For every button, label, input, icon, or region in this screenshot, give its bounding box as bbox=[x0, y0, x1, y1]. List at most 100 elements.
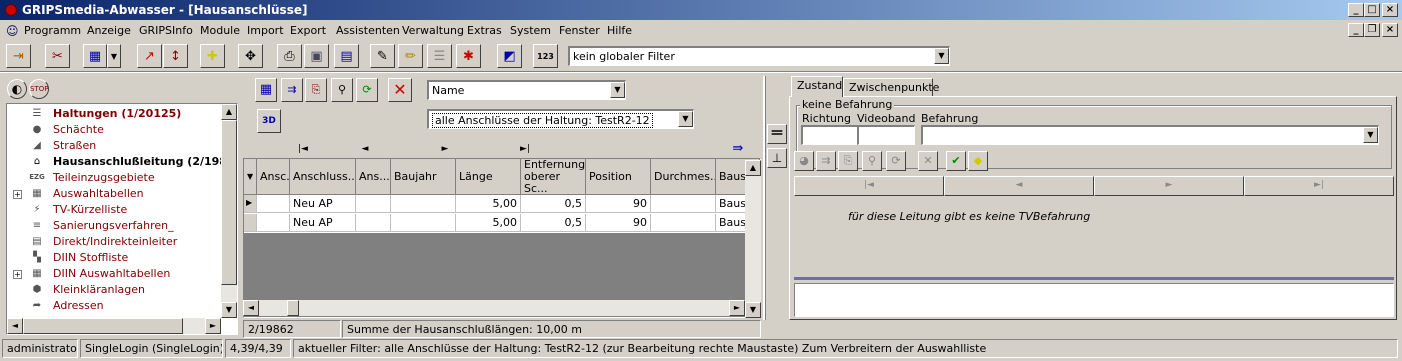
list-icon[interactable]: ☰ bbox=[427, 44, 452, 68]
tree-hscroll-thumb[interactable] bbox=[23, 318, 183, 334]
menu-anzeige[interactable]: Anzeige bbox=[87, 24, 131, 37]
richtung-input[interactable] bbox=[801, 125, 858, 145]
grid-icon[interactable]: ▦ bbox=[255, 78, 277, 102]
col-position[interactable]: Position bbox=[586, 159, 651, 195]
pipe-join-icon[interactable]: ⊥ bbox=[767, 148, 787, 168]
scroll-up-icon[interactable]: ▲ bbox=[745, 160, 761, 176]
exit-icon[interactable]: ⇥ bbox=[6, 44, 31, 68]
tree-item[interactable]: ▤ Direkt/Indirekteinleiter bbox=[7, 234, 221, 250]
chevron-down-icon[interactable]: ▼ bbox=[934, 48, 949, 64]
chevron-down-icon[interactable]: ▼ bbox=[610, 82, 625, 98]
counter-icon[interactable]: 123 bbox=[533, 44, 558, 68]
child-restore-button[interactable]: ❐ bbox=[1364, 23, 1380, 37]
table-cell[interactable]: 5,00 bbox=[456, 214, 521, 232]
table-cell[interactable] bbox=[391, 214, 456, 232]
scroll-down-icon[interactable]: ▼ bbox=[745, 302, 761, 318]
prev-inspection-button[interactable]: ◄ bbox=[944, 176, 1094, 196]
list-add-icon[interactable]: ⇉ bbox=[281, 78, 303, 102]
videoband-input[interactable] bbox=[857, 125, 915, 145]
table-cell[interactable]: 5,00 bbox=[456, 195, 521, 213]
equal-icon[interactable]: ＝ bbox=[767, 124, 787, 144]
tree-scroll-thumb[interactable] bbox=[221, 120, 237, 285]
scroll-right-icon[interactable]: ► bbox=[729, 300, 745, 316]
tools-icon[interactable]: ✂ bbox=[45, 44, 70, 68]
menu-module[interactable]: Module bbox=[200, 24, 240, 37]
first-inspection-button[interactable]: |◄ bbox=[794, 176, 944, 196]
tree-item[interactable]: ◢ Straßen bbox=[7, 138, 221, 154]
table-cell[interactable]: 0,5 bbox=[521, 195, 586, 213]
tree-vscrollbar[interactable]: ▲ ▼ bbox=[221, 104, 237, 318]
tree-item[interactable]: + ▦ DIIN Auswahltabellen bbox=[7, 266, 221, 282]
scroll-right-icon[interactable]: ► bbox=[205, 318, 221, 334]
object-tree[interactable]: ☰ Haltungen (1/20125) ● Schächte ◢ Straßen ⌂ Ha… bbox=[6, 103, 238, 335]
col-baujahr[interactable]: Baujahr bbox=[391, 159, 456, 195]
maximize-button[interactable]: □ bbox=[1364, 3, 1380, 17]
document-icon[interactable]: ▤ bbox=[334, 44, 359, 68]
delete-icon[interactable]: ✕ bbox=[918, 151, 938, 171]
tree-item[interactable]: ▚ DIIN Stoffliste bbox=[7, 250, 221, 266]
menu-import[interactable]: Import bbox=[247, 24, 284, 37]
table-cell[interactable] bbox=[257, 195, 290, 213]
menu-fenster[interactable]: Fenster bbox=[559, 24, 600, 37]
row-indicator[interactable] bbox=[244, 214, 257, 232]
next-inspection-button[interactable]: ► bbox=[1094, 176, 1244, 196]
pipe-edit-icon[interactable]: ↕ bbox=[163, 44, 188, 68]
expand-icon[interactable]: + bbox=[13, 190, 22, 199]
checkmark-icon[interactable]: ✔ bbox=[946, 151, 966, 171]
eraser-icon[interactable]: ✎ bbox=[370, 44, 395, 68]
prev-record-button[interactable]: ◄ bbox=[325, 141, 405, 159]
info-icon[interactable]: ◐ bbox=[7, 79, 27, 99]
table-cell[interactable] bbox=[391, 195, 456, 213]
tree-item[interactable]: EZG Teileinzugsgebiete bbox=[7, 170, 221, 186]
panel-splitter[interactable]: ＝ ⊥ bbox=[762, 76, 788, 320]
camera-icon[interactable]: ◕ bbox=[794, 151, 814, 171]
tree-item[interactable]: ● Schächte bbox=[7, 122, 221, 138]
tree-item[interactable]: + ▦ Auswahltabellen bbox=[7, 186, 221, 202]
global-filter-select[interactable]: kein globaler Filter ▼ bbox=[568, 46, 950, 66]
table-cell[interactable] bbox=[651, 214, 716, 232]
last-inspection-button[interactable]: ►| bbox=[1244, 176, 1394, 196]
arrow-right-icon[interactable]: ⇛ bbox=[729, 141, 747, 159]
table-cell[interactable] bbox=[257, 214, 290, 232]
grid-view-dropdown-icon[interactable]: ▼ bbox=[107, 44, 121, 68]
binoculars-icon[interactable]: ⚲ bbox=[331, 78, 353, 102]
connection-filter-select[interactable]: alle Anschlüsse der Haltung: TestR2-12 ▼ bbox=[427, 109, 694, 129]
col-anschluss[interactable]: Anschluss... bbox=[290, 159, 356, 195]
table-cell[interactable]: 0,5 bbox=[521, 214, 586, 232]
menu-system[interactable]: System bbox=[510, 24, 551, 37]
stop-icon[interactable]: STOP bbox=[29, 79, 49, 99]
grid-hscrollbar[interactable]: ◄ ► bbox=[243, 300, 745, 316]
chevron-down-icon[interactable]: ▼ bbox=[678, 111, 693, 127]
col-entfernung[interactable]: Entfernung oberer Sc... bbox=[521, 159, 586, 195]
move-icon[interactable]: ✥ bbox=[238, 44, 263, 68]
memo-field[interactable] bbox=[794, 283, 1394, 317]
table-row[interactable]: ▶ Neu AP 5,00 0,5 90 Baust bbox=[244, 195, 760, 214]
delete-icon[interactable]: ✕ bbox=[388, 78, 412, 102]
refresh-icon[interactable]: ⟳ bbox=[886, 151, 906, 171]
menu-hilfe[interactable]: Hilfe bbox=[607, 24, 632, 37]
report-icon[interactable]: ▣ bbox=[304, 44, 329, 68]
highlight-icon[interactable]: ◆ bbox=[968, 151, 988, 171]
row-indicator[interactable]: ▶ bbox=[244, 195, 257, 213]
menu-programm[interactable]: Programm bbox=[24, 24, 81, 37]
grid-view-icon[interactable]: ▦ bbox=[83, 44, 107, 68]
befahrung-select[interactable]: ▼ bbox=[921, 125, 1379, 145]
chevron-down-icon[interactable]: ▼ bbox=[1363, 127, 1378, 143]
copy-record-icon[interactable]: ⎘ bbox=[838, 151, 858, 171]
grid-vscrollbar[interactable]: ▲ ▼ bbox=[745, 160, 761, 318]
refresh-icon[interactable]: ⟳ bbox=[356, 78, 378, 102]
table-cell[interactable] bbox=[356, 195, 391, 213]
connection-grid[interactable]: ▼ Ansc... Anschluss... Ans... Baujahr Lä… bbox=[243, 158, 761, 318]
menu-extras[interactable]: Extras bbox=[467, 24, 502, 37]
sort-field-select[interactable]: Name ▼ bbox=[427, 80, 626, 100]
pipe-draw-icon[interactable]: ↗ bbox=[137, 44, 162, 68]
menu-export[interactable]: Export bbox=[290, 24, 326, 37]
tree-hscrollbar[interactable]: ◄ ► bbox=[7, 318, 221, 334]
grid-hscroll-thumb[interactable] bbox=[287, 300, 299, 316]
table-cell[interactable] bbox=[651, 195, 716, 213]
minimize-button[interactable]: _ bbox=[1348, 3, 1364, 17]
child-close-button[interactable]: × bbox=[1382, 23, 1398, 37]
expand-icon[interactable]: + bbox=[13, 270, 22, 279]
map-icon[interactable]: ◩ bbox=[497, 44, 522, 68]
cross-icon[interactable]: ✚ bbox=[200, 44, 225, 68]
